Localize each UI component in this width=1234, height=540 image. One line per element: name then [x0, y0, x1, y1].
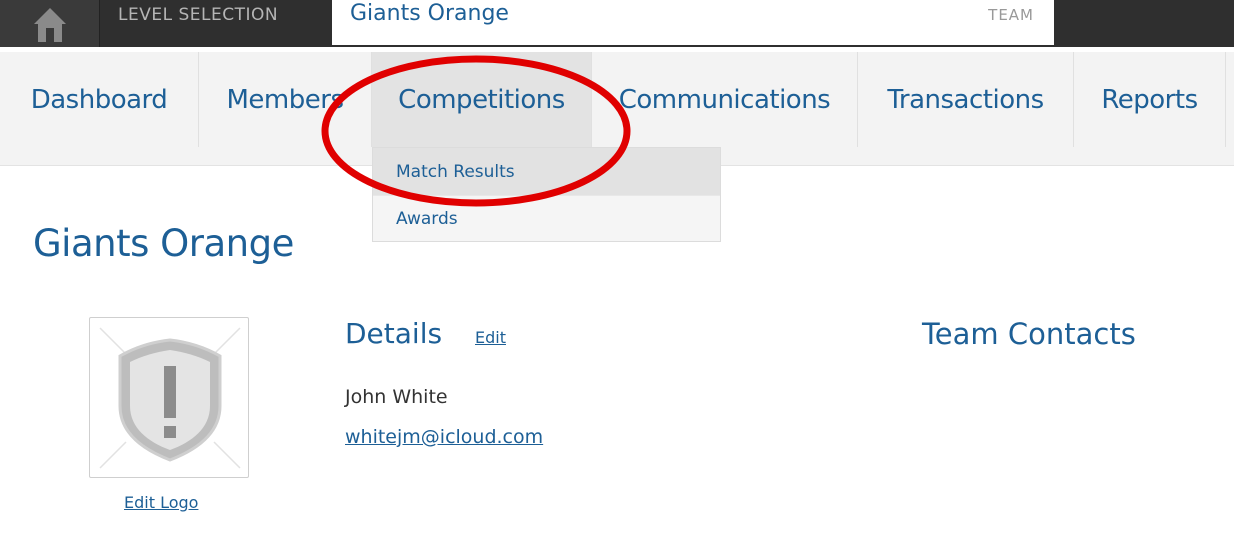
contact-name: John White [345, 386, 448, 408]
home-button[interactable] [0, 0, 100, 47]
page-title: Giants Orange [33, 222, 294, 265]
contact-email-link[interactable]: whitejm@icloud.com [345, 426, 543, 448]
team-contacts-heading: Team Contacts [922, 317, 1136, 351]
nav-members[interactable]: Members [199, 52, 372, 147]
nav-communications[interactable]: Communications [592, 52, 858, 147]
selected-level-name: Giants Orange [350, 1, 509, 26]
level-selector[interactable]: Giants Orange TEAM [332, 0, 1054, 45]
nav-reports[interactable]: Reports [1074, 52, 1226, 147]
nav-competitions[interactable]: Competitions [372, 52, 592, 147]
nav-dashboard[interactable]: Dashboard [0, 52, 199, 147]
edit-logo-link[interactable]: Edit Logo [124, 493, 198, 512]
competitions-dropdown: Match Results Awards [372, 147, 721, 242]
dropdown-item-awards[interactable]: Awards [373, 195, 720, 242]
top-bar: LEVEL SELECTION Giants Orange TEAM [0, 0, 1234, 47]
home-icon [34, 8, 66, 42]
level-type-badge: TEAM [988, 6, 1034, 24]
dropdown-item-match-results[interactable]: Match Results [373, 148, 720, 195]
team-logo [89, 317, 249, 478]
details-heading: Details [345, 317, 443, 350]
level-selection-label: LEVEL SELECTION [118, 5, 279, 25]
shield-exclamation-icon [99, 327, 241, 469]
details-edit-link[interactable]: Edit [475, 328, 506, 347]
nav-transactions[interactable]: Transactions [858, 52, 1074, 147]
